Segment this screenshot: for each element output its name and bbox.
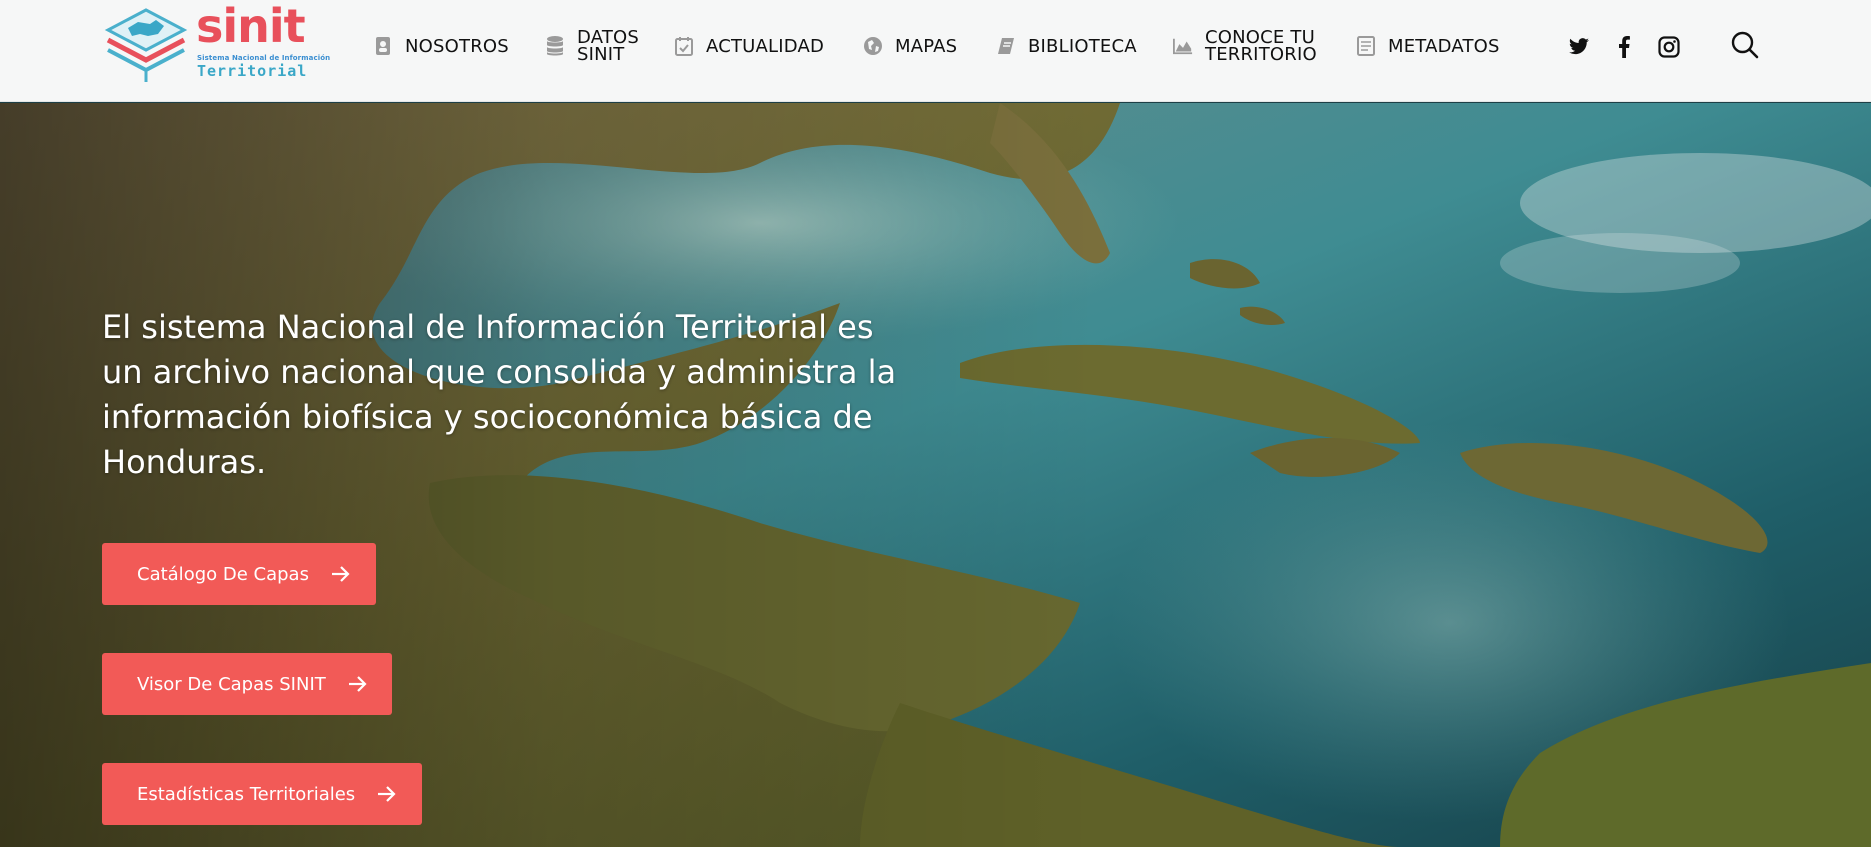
twitter-icon[interactable] (1566, 34, 1592, 60)
site-header: sinit Sistema Nacional de Información Te… (0, 0, 1871, 102)
visor-de-capas-sinit-button[interactable]: Visor De Capas SINIT (102, 653, 392, 715)
nav-item-biblioteca[interactable]: BIBLIOTECA (996, 0, 1137, 92)
logo-tagline: Territorial (197, 62, 308, 80)
nav-item-actualidad[interactable]: ACTUALIDAD (674, 0, 824, 92)
facebook-icon[interactable] (1611, 34, 1637, 60)
logo-emblem-icon (104, 8, 188, 82)
address-book-icon (373, 36, 393, 56)
globe-icon (863, 36, 883, 56)
arrow-right-icon (377, 783, 399, 805)
nav-item-nosotros[interactable]: NOSOTROS (373, 0, 509, 92)
nav-label: MAPAS (895, 35, 958, 57)
nav-label: NOSOTROS (405, 35, 509, 57)
area-chart-icon (1173, 36, 1193, 56)
nav-label: METADATOS (1388, 35, 1500, 57)
arrow-right-icon (331, 563, 353, 585)
nav-label: DATOS SINIT (577, 27, 640, 65)
catalogo-de-capas-button[interactable]: Catálogo De Capas (102, 543, 376, 605)
logo-subtitle: Sistema Nacional de Información (197, 54, 331, 62)
database-icon (545, 36, 565, 56)
nav-item-metadatos[interactable]: METADATOS (1356, 0, 1500, 92)
estadisticas-territoriales-button[interactable]: Estadísticas Territoriales (102, 763, 422, 825)
calendar-check-icon (674, 36, 694, 56)
arrow-right-icon (348, 673, 370, 695)
document-list-icon (1356, 36, 1376, 56)
sinit-logo[interactable]: sinit Sistema Nacional de Información Te… (104, 0, 330, 84)
button-label: Visor De Capas SINIT (137, 673, 326, 695)
hero-headline: El sistema Nacional de Información Terri… (102, 308, 897, 481)
nav-item-mapas[interactable]: MAPAS (863, 0, 957, 92)
instagram-icon[interactable] (1656, 34, 1682, 60)
nav-label: BIBLIOTECA (1028, 35, 1137, 57)
book-icon (996, 36, 1016, 56)
search-icon[interactable] (1730, 30, 1760, 60)
logo-wordmark: sinit (196, 0, 306, 53)
nav-item-datos-sinit[interactable]: DATOS SINIT (545, 0, 639, 92)
hero-banner: El sistema Nacional de Información Terri… (0, 103, 1871, 847)
button-label: Catálogo De Capas (137, 563, 309, 585)
nav-label: CONOCE TU TERRITORIO (1205, 27, 1317, 65)
button-label: Estadísticas Territoriales (137, 783, 356, 805)
nav-item-conoce-tu-territorio[interactable]: CONOCE TU TERRITORIO (1173, 0, 1317, 92)
nav-label: ACTUALIDAD (706, 35, 825, 57)
